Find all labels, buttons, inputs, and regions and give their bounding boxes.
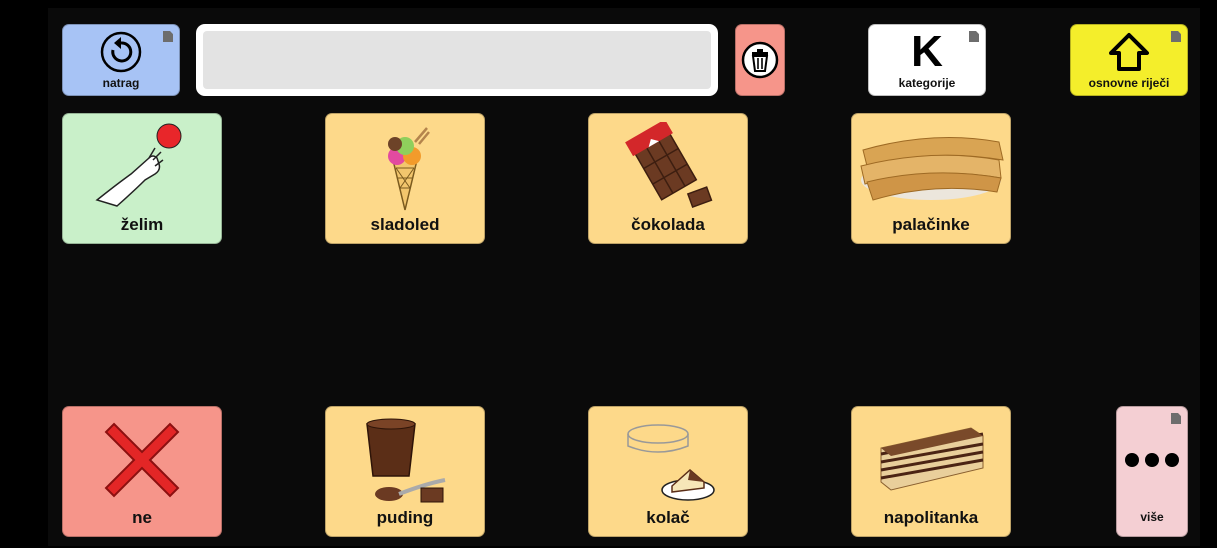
tile-label: palačinke [892, 215, 970, 234]
categories-button[interactable]: K kategorije [868, 24, 986, 96]
word-tile-puding[interactable]: puding [325, 406, 485, 537]
tile-label: kolač [646, 508, 690, 527]
back-label: natrag [102, 76, 140, 90]
delete-button[interactable] [735, 24, 785, 96]
undo-icon [63, 27, 179, 77]
categories-label: kategorije [898, 76, 956, 90]
tile-label: puding [376, 508, 434, 527]
message-bar[interactable] [196, 24, 718, 96]
more-button[interactable]: više [1116, 406, 1188, 537]
red-x-icon [63, 413, 221, 506]
chocolate-bar-icon [589, 120, 747, 213]
message-text [203, 31, 711, 89]
tile-label: sladoled [370, 215, 440, 234]
hand-reaching-icon [63, 120, 221, 213]
wafer-icon [852, 413, 1010, 506]
tile-label: napolitanka [883, 508, 979, 527]
more-label: više [1140, 510, 1164, 524]
core-words-label: osnovne riječi [1088, 76, 1170, 90]
word-tile-sladoled[interactable]: sladoled [325, 113, 485, 244]
categories-letter: K [911, 27, 943, 76]
tile-label: čokolada [631, 215, 705, 234]
folder-icon [1171, 31, 1181, 42]
tile-label: želim [120, 215, 164, 234]
cake-icon [589, 413, 747, 506]
back-button[interactable]: natrag [62, 24, 180, 96]
aac-board: natrag K kategorije osnovne riječi želim… [48, 8, 1200, 546]
pancakes-icon [852, 116, 1010, 213]
pudding-icon [326, 413, 484, 506]
folder-icon [1171, 413, 1181, 424]
word-tile-napolitanka[interactable]: napolitanka [851, 406, 1011, 537]
trash-icon [736, 25, 784, 95]
folder-icon [163, 31, 173, 42]
word-tile-cokolada[interactable]: čokolada [588, 113, 748, 244]
word-tile-palacinke[interactable]: palačinke [851, 113, 1011, 244]
home-icon [1071, 27, 1187, 77]
more-dots-icon [1117, 413, 1187, 506]
word-tile-ne[interactable]: ne [62, 406, 222, 537]
letter-k-icon: K [869, 27, 985, 77]
folder-icon [969, 31, 979, 42]
ice-cream-icon [326, 120, 484, 213]
tile-label: ne [132, 508, 152, 527]
word-tile-zelim[interactable]: želim [62, 113, 222, 244]
word-tile-kolac[interactable]: kolač [588, 406, 748, 537]
core-words-button[interactable]: osnovne riječi [1070, 24, 1188, 96]
